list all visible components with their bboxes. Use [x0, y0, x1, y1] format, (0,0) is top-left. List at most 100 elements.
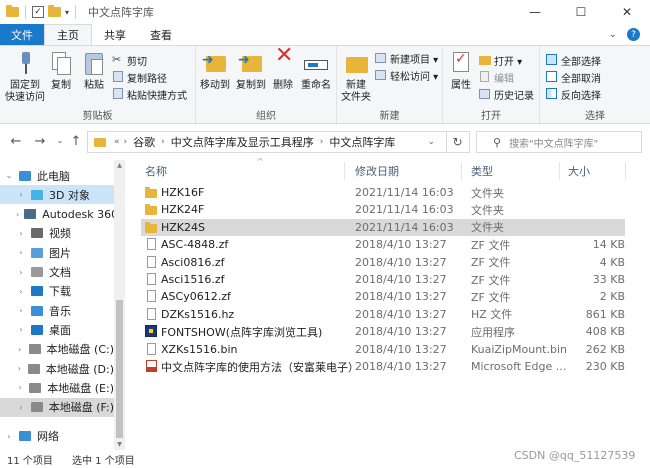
- new-folder-button[interactable]: 新建 文件夹: [339, 50, 373, 104]
- nav-item[interactable]: › 桌面: [0, 320, 114, 339]
- nav-item[interactable]: › 3D 对象: [0, 185, 114, 205]
- easy-access-button[interactable]: 轻松访问 ▾: [375, 67, 438, 83]
- search-box[interactable]: ⚲ 搜索"中文点阵字库": [476, 131, 642, 153]
- nav-item[interactable]: › 本地磁盘 (E:): [0, 378, 114, 397]
- copy-button[interactable]: 复制: [47, 50, 75, 92]
- file-row[interactable]: ASC-4848.zf 2018/4/10 13:27 ZF 文件 14 KB: [141, 236, 625, 253]
- expand-ribbon-chevron-icon[interactable]: ⌄: [609, 29, 617, 40]
- forward-arrow-icon[interactable]: →: [30, 134, 50, 149]
- nav-item[interactable]: › 本地磁盘 (D:): [0, 359, 114, 378]
- nav-item[interactable]: › 下载: [0, 282, 114, 301]
- expand-chevron-icon[interactable]: ›: [16, 403, 26, 412]
- customize-toolbar-arrow-icon[interactable]: ▾: [65, 8, 69, 17]
- expand-chevron-icon[interactable]: ›: [16, 287, 26, 296]
- tab-home[interactable]: 主页: [44, 24, 92, 45]
- expand-chevron-icon[interactable]: ›: [16, 325, 26, 334]
- breadcrumb-google[interactable]: 谷歌: [129, 134, 159, 150]
- nav-item[interactable]: › 图片: [0, 243, 114, 262]
- column-header-date[interactable]: 修改日期: [355, 160, 465, 182]
- desktop-icon: [30, 324, 44, 336]
- tab-view[interactable]: 查看: [138, 24, 184, 45]
- invert-selection-button[interactable]: 反向选择: [546, 86, 601, 102]
- breadcrumb-font-tools[interactable]: 中文点阵字库及显示工具程序: [167, 134, 318, 150]
- nav-item[interactable]: › 视频: [0, 224, 114, 243]
- address-overflow[interactable]: «: [112, 137, 122, 147]
- expand-chevron-icon[interactable]: ›: [16, 229, 26, 238]
- expand-chevron-icon[interactable]: ⌄: [4, 171, 14, 180]
- file-row[interactable]: HZK16F 2021/11/14 16:03 文件夹: [141, 184, 625, 201]
- nav-item[interactable]: › 本地磁盘 (C:): [0, 340, 114, 359]
- expand-chevron-icon[interactable]: ›: [4, 432, 14, 441]
- expand-chevron-icon[interactable]: ›: [16, 210, 19, 219]
- cut-button[interactable]: ✂ 剪切: [112, 52, 147, 68]
- help-icon[interactable]: ?: [627, 28, 640, 41]
- minimize-button[interactable]: —: [512, 0, 558, 24]
- scroll-down-icon[interactable]: ▼: [114, 441, 125, 448]
- pin-quick-access-button[interactable]: 固定到 快速访问: [4, 50, 46, 104]
- file-row[interactable]: Asci0816.zf 2018/4/10 13:27 ZF 文件 4 KB: [141, 254, 625, 271]
- expand-chevron-icon[interactable]: ›: [16, 345, 24, 354]
- file-type: ZF 文件: [471, 256, 511, 270]
- edit-button[interactable]: 编辑: [479, 69, 514, 85]
- nav-item[interactable]: › 音乐: [0, 301, 114, 320]
- file-row[interactable]: DZKs1516.hz 2018/4/10 13:27 HZ 文件 861 KB: [141, 306, 625, 323]
- nav-item[interactable]: › 网络: [0, 427, 114, 446]
- nav-item-label: 下载: [49, 285, 71, 299]
- column-header-size[interactable]: 大小: [568, 160, 628, 182]
- copy-to-button[interactable]: ➜ 复制到: [234, 50, 268, 92]
- file-row[interactable]: Asci1516.zf 2018/4/10 13:27 ZF 文件 33 KB: [141, 271, 625, 288]
- maximize-button[interactable]: ☐: [558, 0, 604, 24]
- back-arrow-icon[interactable]: ←: [6, 134, 26, 149]
- history-button[interactable]: 历史记录: [479, 86, 534, 102]
- move-to-button[interactable]: ➜ 移动到: [198, 50, 232, 92]
- nav-scrollbar[interactable]: ▲ ▼: [114, 160, 125, 450]
- column-header-name[interactable]: ^ 名称: [145, 157, 355, 182]
- file-row[interactable]: HZK24F 2021/11/14 16:03 文件夹: [141, 201, 625, 218]
- expand-chevron-icon[interactable]: ›: [16, 306, 26, 315]
- copy-path-button[interactable]: 复制路径: [112, 69, 167, 85]
- expand-chevron-icon[interactable]: ›: [16, 383, 24, 392]
- new-folder-icon[interactable]: [48, 5, 61, 17]
- nav-item[interactable]: › 文档: [0, 263, 114, 282]
- select-all-button[interactable]: 全部选择: [546, 52, 601, 68]
- music-icon: [30, 305, 44, 317]
- address-dropdown-chevron-icon[interactable]: ⌄: [425, 137, 437, 147]
- open-button[interactable]: 打开 ▾: [479, 52, 522, 68]
- file-row[interactable]: HZK24S 2021/11/14 16:03 文件夹: [141, 218, 625, 236]
- ribbon-tabs: 文件 主页 共享 查看 ⌄ ?: [0, 24, 650, 45]
- rename-button[interactable]: 重命名: [298, 50, 334, 92]
- properties-check-icon[interactable]: ✓: [32, 6, 44, 18]
- nav-item[interactable]: › 本地磁盘 (F:): [0, 397, 114, 417]
- nav-item[interactable]: ⌄ 此电脑: [0, 166, 114, 185]
- expand-chevron-icon[interactable]: ›: [16, 364, 23, 373]
- nav-scrollbar-thumb[interactable]: [116, 300, 123, 438]
- paste-shortcut-button[interactable]: 粘贴快捷方式: [112, 86, 187, 102]
- expand-chevron-icon[interactable]: ›: [16, 248, 26, 257]
- expand-chevron-icon[interactable]: ›: [16, 190, 26, 199]
- paste-icon: [80, 50, 108, 78]
- file-row[interactable]: FONTSHOW(点阵字库浏览工具) 2018/4/10 13:27 应用程序 408…: [141, 323, 625, 340]
- properties-button[interactable]: ✓ 属性: [447, 50, 475, 92]
- close-button[interactable]: ✕: [604, 0, 650, 24]
- scroll-up-icon[interactable]: ▲: [114, 162, 125, 169]
- tab-file[interactable]: 文件: [0, 24, 44, 45]
- expand-chevron-icon[interactable]: ›: [16, 268, 26, 277]
- file-list-scrollbar[interactable]: [636, 160, 650, 450]
- delete-button[interactable]: ✕ 删除: [270, 45, 296, 92]
- refresh-icon[interactable]: ↻: [446, 132, 468, 152]
- nav-item-label: 桌面: [49, 323, 71, 337]
- up-arrow-icon[interactable]: ↑: [66, 134, 86, 149]
- breadcrumb-font-library[interactable]: 中文点阵字库: [325, 134, 399, 150]
- tab-share[interactable]: 共享: [92, 24, 138, 45]
- nav-item[interactable]: › Autodesk 360: [0, 205, 118, 224]
- file-row[interactable]: ASCy0612.zf 2018/4/10 13:27 ZF 文件 2 KB: [141, 288, 625, 305]
- address-bar[interactable]: « › 谷歌 › 中文点阵字库及显示工具程序 › 中文点阵字库 ⌄: [87, 131, 470, 153]
- select-none-button[interactable]: 全部取消: [546, 69, 601, 85]
- item-count: 11 个项目: [7, 455, 53, 467]
- file-type: 文件夹: [471, 221, 504, 235]
- file-row[interactable]: XZKs1516.bin 2018/4/10 13:27 KuaiZipMount.…: [141, 341, 625, 358]
- paste-button[interactable]: 粘贴: [80, 50, 108, 92]
- column-header-type[interactable]: 类型: [471, 160, 561, 182]
- file-row[interactable]: 中文点阵字库的使用方法（安富莱电子） 2018/4/10 13:27 Microso…: [141, 358, 625, 375]
- new-item-button[interactable]: 新建项目 ▾: [375, 50, 438, 66]
